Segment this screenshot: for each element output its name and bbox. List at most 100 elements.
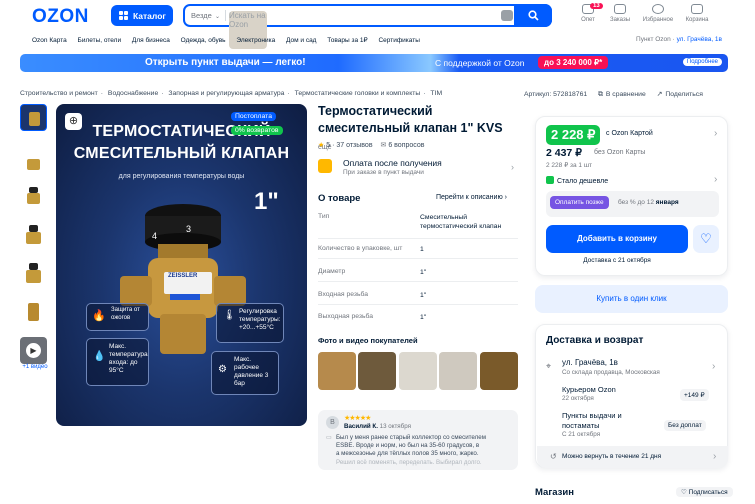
subnav-business[interactable]: Для бизнеса bbox=[132, 37, 170, 44]
knob-mark-4: 4 bbox=[152, 231, 158, 241]
review-line: Решил всё поменять, переделать. Выбирал … bbox=[336, 458, 482, 466]
rating-value[interactable]: 5 bbox=[326, 142, 330, 149]
gallery-thumb[interactable] bbox=[20, 299, 47, 326]
add-to-cart-button[interactable]: Добавить в корзину bbox=[546, 225, 688, 253]
postpay-info[interactable]: Оплата после получения При заказе в пунк… bbox=[318, 156, 518, 178]
nav-cart[interactable]: Корзина bbox=[677, 4, 717, 23]
star-icon: ★ bbox=[318, 142, 325, 149]
subnav-electronics[interactable]: Электроника bbox=[236, 37, 275, 44]
pickup-label: Пункт Ozon · bbox=[636, 36, 677, 43]
to-description-link[interactable]: Перейти к описанию › bbox=[436, 194, 507, 201]
brand-label: ZEISSLER bbox=[168, 273, 198, 279]
subnav-tickets[interactable]: Билеты, отели bbox=[78, 37, 122, 44]
breadcrumb-item[interactable]: Запорная и регулирующая арматура bbox=[168, 90, 284, 97]
pickup-label: Пункты выдачи и постаматы bbox=[562, 411, 622, 430]
return-icon: ↺ bbox=[550, 452, 557, 461]
chevron-right-icon: › bbox=[713, 451, 717, 462]
feature-text: Макс. температура входа: до 95°C bbox=[109, 343, 148, 375]
chevron-right-icon[interactable]: › bbox=[714, 174, 717, 185]
catalog-button[interactable]: Каталог bbox=[111, 5, 173, 26]
card-price: 2 228 ₽ bbox=[546, 125, 601, 145]
buy-one-click-button[interactable]: Купить в один клик bbox=[535, 285, 728, 313]
nav-favorites[interactable]: Избранное bbox=[638, 4, 678, 23]
subnav-one-ruble[interactable]: Товары за 1₽ bbox=[327, 37, 367, 44]
review-stars: ★★★★★ bbox=[344, 415, 371, 422]
favorite-button[interactable]: ♡ bbox=[693, 225, 719, 253]
video-thumb[interactable]: ▶ bbox=[20, 337, 47, 364]
to-description-label: Перейти к описанию bbox=[436, 194, 503, 201]
customer-photo[interactable] bbox=[399, 352, 437, 390]
nav-label: Заказы bbox=[609, 17, 631, 23]
postpay-title: Оплата после получения bbox=[343, 158, 442, 168]
search-scope-select[interactable]: Везде bbox=[191, 11, 212, 20]
review-author: Василий К. 13 октября bbox=[344, 423, 411, 430]
delivery-courier[interactable]: Курьером Ozon 22 октября +149 ₽ bbox=[546, 385, 719, 407]
feature-inlet: 💧 Макс. температура входа: до 95°C bbox=[86, 338, 149, 386]
compare-label: В сравнение bbox=[605, 91, 646, 98]
share-icon: ↗ bbox=[656, 91, 663, 98]
breadcrumb-item[interactable]: TIM bbox=[430, 90, 442, 97]
main-product-image[interactable]: ⊕ ТЕРМОСТАТИЧЕСКИЙ СМЕСИТЕЛЬНЫЙ КЛАПАН д… bbox=[56, 104, 307, 426]
nav-label: Избранное bbox=[642, 17, 674, 23]
customer-photo[interactable] bbox=[318, 352, 356, 390]
customer-photos-title: Фото и видео покупателей bbox=[318, 336, 418, 345]
video-count-label[interactable]: +1 видео bbox=[20, 364, 50, 370]
rating-line: ★ 5 · 37 отзывов ✉ 6 вопросов bbox=[318, 142, 425, 149]
reviews-link[interactable]: 37 отзывов bbox=[336, 142, 372, 149]
customer-photo[interactable] bbox=[480, 352, 518, 390]
delivery-pickup[interactable]: Пункты выдачи и постаматы С 21 октября Б… bbox=[546, 411, 719, 443]
return-policy[interactable]: ↺ Можно вернуть в течение 21 дня › bbox=[537, 446, 728, 468]
regular-price-label: без Ozon Карты bbox=[594, 149, 646, 156]
nav-orders[interactable]: Заказы bbox=[600, 4, 640, 23]
drop-icon: 💧 bbox=[93, 351, 106, 362]
gallery-thumb[interactable] bbox=[20, 260, 47, 287]
breadcrumb-item[interactable]: Строительство и ремонт bbox=[20, 90, 98, 97]
location-pin-icon: ⌖ bbox=[546, 361, 552, 371]
gallery-thumb[interactable] bbox=[20, 151, 47, 178]
questions-link[interactable]: 6 вопросов bbox=[388, 142, 424, 149]
gallery-thumb[interactable] bbox=[20, 104, 47, 131]
price-drop[interactable]: Стало дешевле bbox=[546, 176, 608, 185]
review-card[interactable]: В ★★★★★ Василий К. 13 октября ▭ Был у ме… bbox=[318, 410, 518, 470]
customer-photo[interactable] bbox=[439, 352, 477, 390]
promo-banner[interactable]: Открыть пункт выдачи — легко! С поддержк… bbox=[20, 54, 728, 72]
valve-thumb-image bbox=[27, 159, 40, 170]
card-price-label: c Ozon Картой bbox=[606, 130, 653, 137]
pickup-date: С 21 октября bbox=[562, 431, 601, 438]
subscribe-button[interactable]: ♡ Подписаться bbox=[676, 487, 733, 497]
banner-more-button[interactable]: Подробнее bbox=[682, 58, 722, 66]
valve-thumb-image bbox=[28, 303, 39, 321]
image-size-label: 1" bbox=[254, 188, 279, 215]
pickup-location[interactable]: Пункт Ozon · ул. Грачёва, 1в bbox=[636, 36, 722, 43]
spec-value: 1" bbox=[420, 314, 427, 321]
search-button[interactable] bbox=[514, 4, 552, 27]
ozon-logo[interactable]: OZON bbox=[32, 6, 89, 28]
returns-tag: 0% возвратов bbox=[231, 126, 283, 135]
pay-later-text: без % до 12 января bbox=[618, 199, 679, 206]
spec-value: 1 bbox=[420, 246, 424, 253]
breadcrumb-item[interactable]: Термостатические головки и комплекты bbox=[295, 90, 421, 97]
compare-button[interactable]: ⧉ В сравнение bbox=[598, 91, 646, 98]
cart-icon bbox=[691, 4, 703, 14]
pay-later-row[interactable]: Оплатить позже без % до 12 января bbox=[546, 191, 719, 217]
gallery-thumb[interactable] bbox=[20, 222, 47, 249]
breadcrumb-item[interactable]: Водоснабжение bbox=[108, 90, 158, 97]
postpay-tag: Постоплата bbox=[231, 112, 276, 121]
delivery-address[interactable]: ⌖ ул. Грачёва, 1в Со склада продавца, Мо… bbox=[546, 358, 719, 380]
camera-icon[interactable] bbox=[501, 10, 513, 21]
pay-later-button[interactable]: Оплатить позже bbox=[550, 196, 609, 209]
subnav-home[interactable]: Дом и сад bbox=[286, 37, 316, 44]
subnav-certificates[interactable]: Сертификаты bbox=[378, 37, 419, 44]
arrow-down-icon bbox=[546, 176, 554, 184]
chevron-right-icon[interactable]: › bbox=[714, 128, 717, 139]
gallery-thumb[interactable] bbox=[20, 183, 47, 210]
per-unit-price: 2 228 ₽ за 1 шт bbox=[546, 162, 593, 169]
subnav-ozon-card[interactable]: Ozon Карта bbox=[32, 37, 67, 44]
play-icon: ▶ bbox=[26, 343, 41, 358]
share-button[interactable]: ↗ Поделиться bbox=[657, 91, 703, 98]
subnav-clothes[interactable]: Одежда, обувь bbox=[181, 37, 226, 44]
article-number[interactable]: Артикул: 572818761 bbox=[524, 91, 587, 98]
customer-photo[interactable] bbox=[358, 352, 396, 390]
product-title-text: Термостатический смесительный клапан 1" … bbox=[318, 104, 503, 135]
price-box: 2 228 ₽ c Ozon Картой › 2 437 ₽ без Ozon… bbox=[535, 116, 728, 276]
